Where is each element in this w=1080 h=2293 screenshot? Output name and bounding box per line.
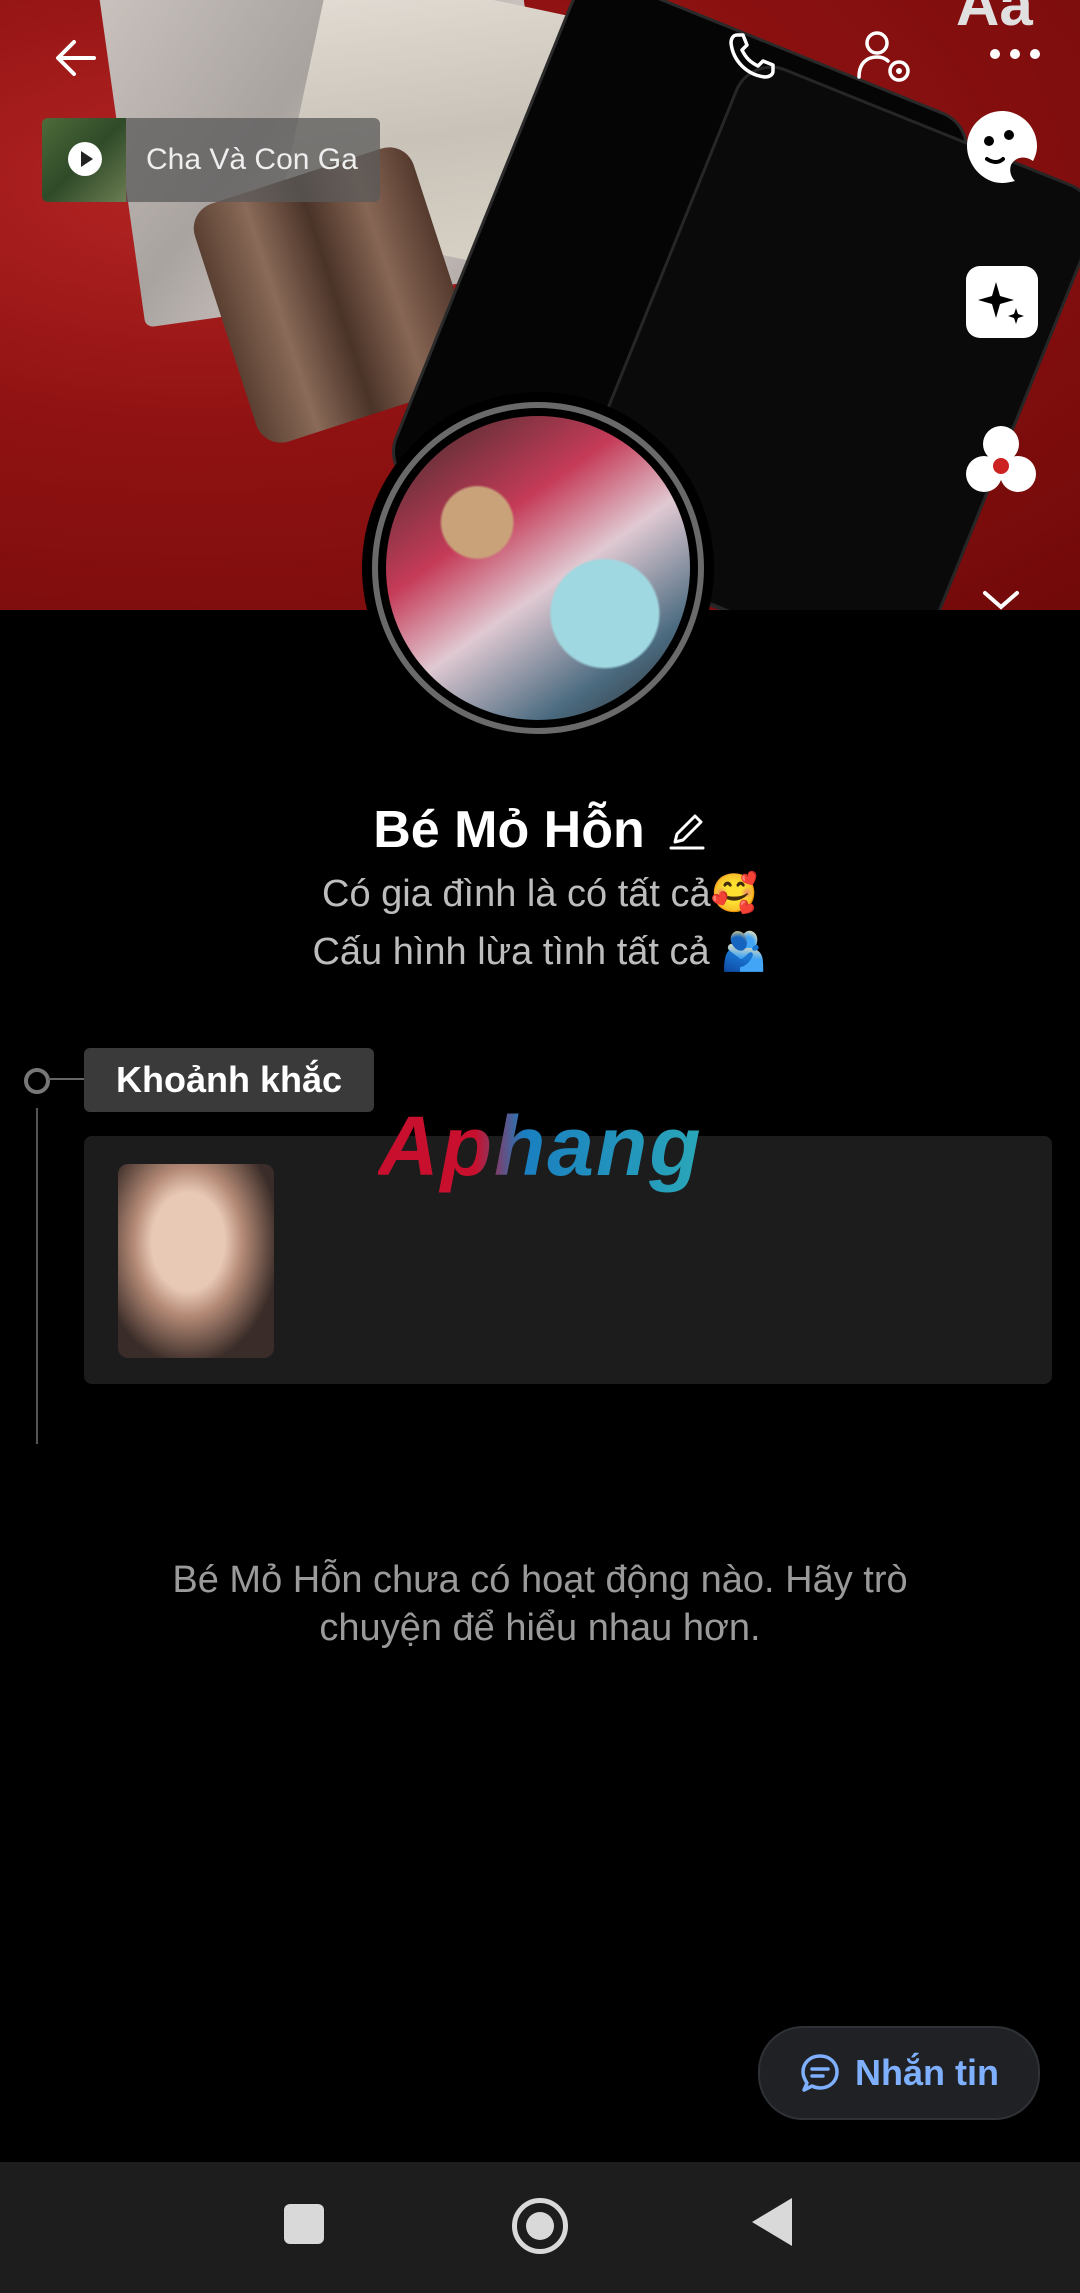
profile-name: Bé Mỏ Hỗn (373, 801, 645, 859)
edit-pencil-icon[interactable] (667, 808, 707, 852)
message-button-label: Nhắn tin (855, 2052, 999, 2093)
sticker-button[interactable] (962, 106, 1042, 186)
call-button[interactable] (712, 20, 792, 92)
profile-settings-button[interactable] (842, 18, 926, 94)
moment-thumbnail[interactable] (118, 1164, 274, 1358)
back-triangle-button[interactable] (752, 2198, 792, 2246)
sticker-face-icon (967, 111, 1037, 183)
home-dot-icon (526, 2212, 554, 2240)
circles-cluster-icon (966, 426, 1036, 492)
timeline-dot (24, 1068, 50, 1094)
moments-label: Khoảnh khắc (84, 1048, 375, 1112)
bio-line-2: Cấu hình lừa tình tất cả 🫂 (312, 931, 768, 973)
font-style-button[interactable]: Aa (956, 0, 1033, 39)
phone-icon (729, 33, 775, 79)
timeline-connector (48, 1078, 84, 1080)
music-title: Cha Và Con Ga (146, 143, 358, 176)
ai-magic-button[interactable] (966, 266, 1038, 338)
play-icon[interactable] (68, 142, 102, 176)
theme-button[interactable] (958, 418, 1044, 504)
timeline-line (36, 1108, 38, 1444)
bio-line-1: Có gia đình là có tất cả🥰 (322, 873, 758, 915)
back-button[interactable] (40, 22, 112, 94)
user-settings-icon (857, 31, 910, 82)
recent-apps-button[interactable] (284, 2204, 324, 2244)
system-navigation-bar (0, 2162, 1080, 2293)
avatar[interactable] (362, 392, 714, 744)
more-horizontal-icon (990, 49, 1040, 59)
empty-activity-message: Bé Mỏ Hỗn chưa có hoạt động nào. Hãy trò… (172, 1559, 908, 1649)
music-thumbnail (42, 118, 126, 202)
arrow-left-icon (56, 40, 96, 76)
chevron-down-icon (983, 591, 1019, 610)
chat-bubble-icon (801, 2054, 839, 2092)
message-button[interactable]: Nhắn tin (758, 2026, 1040, 2120)
sparkles-icon (978, 282, 1024, 324)
avatar-photo (386, 416, 690, 720)
home-button[interactable] (512, 2198, 568, 2254)
expand-button[interactable] (978, 586, 1024, 616)
profile-header: Bé Mỏ Hỗn (0, 800, 1080, 860)
profile-music-chip[interactable]: Cha Và Con Ga (42, 118, 380, 202)
watermark-logo: Aphang (378, 1099, 703, 1193)
